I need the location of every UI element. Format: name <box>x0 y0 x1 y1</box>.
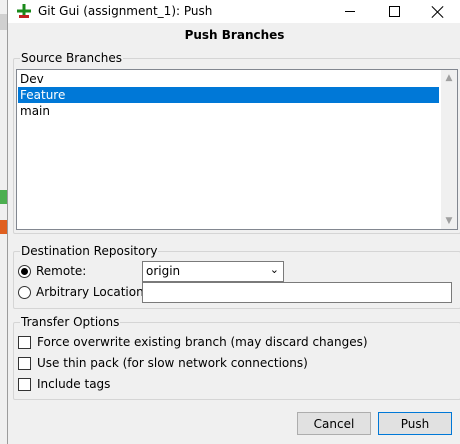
list-scrollbar[interactable]: ▲ ▼ <box>441 70 457 229</box>
transfer-options-group: Transfer Options Force overwrite existin… <box>13 315 460 400</box>
remote-select[interactable]: origin ⌄ <box>142 261 284 282</box>
minimize-button[interactable] <box>328 0 372 23</box>
list-item-feature[interactable]: Feature <box>18 87 439 103</box>
push-dialog: Git Gui (assignment_1): Push Push Branch… <box>7 0 460 444</box>
cancel-button[interactable]: Cancel <box>297 412 371 435</box>
list-item-main[interactable]: main <box>18 103 439 119</box>
push-button[interactable]: Push <box>378 412 452 435</box>
maximize-button[interactable] <box>372 0 416 23</box>
list-item-dev[interactable]: Dev <box>18 71 439 87</box>
thin-pack-option[interactable]: Use thin pack (for slow network connecti… <box>18 354 308 372</box>
force-overwrite-label: Force overwrite existing branch (may dis… <box>37 335 368 349</box>
scroll-up-icon[interactable]: ▲ <box>441 70 457 86</box>
source-branches-list[interactable]: Dev Feature main ▲ ▼ <box>16 69 458 230</box>
remote-radio-row[interactable]: Remote: <box>18 262 86 280</box>
arbitrary-location-field[interactable] <box>142 282 452 303</box>
window-title: Git Gui (assignment_1): Push <box>38 4 213 18</box>
maximize-icon <box>388 6 400 17</box>
destination-repository-label: Destination Repository <box>20 244 159 258</box>
close-button[interactable] <box>416 0 460 23</box>
include-tags-label: Include tags <box>37 377 111 391</box>
minimize-icon <box>345 11 355 12</box>
destination-repository-group: Destination Repository Remote: origin ⌄ … <box>13 244 460 309</box>
force-overwrite-checkbox[interactable] <box>18 335 31 349</box>
dialog-heading: Push Branches <box>184 28 285 42</box>
force-overwrite-option[interactable]: Force overwrite existing branch (may dis… <box>18 333 368 351</box>
scroll-down-icon[interactable]: ▼ <box>441 213 457 229</box>
title-bar[interactable]: Git Gui (assignment_1): Push <box>8 0 460 23</box>
remote-radio[interactable] <box>18 264 31 278</box>
thin-pack-label: Use thin pack (for slow network connecti… <box>37 356 308 370</box>
thin-pack-checkbox[interactable] <box>18 356 31 370</box>
include-tags-checkbox[interactable] <box>18 377 31 391</box>
source-branches-group: Source Branches Dev Feature main ▲ ▼ <box>13 51 460 234</box>
remote-label: Remote: <box>36 264 87 278</box>
arbitrary-location-label: Arbitrary Location: <box>36 285 148 299</box>
git-gui-icon <box>17 4 31 18</box>
arbitrary-radio-row[interactable]: Arbitrary Location: <box>18 283 148 301</box>
arbitrary-location-radio[interactable] <box>18 285 31 299</box>
transfer-options-label: Transfer Options <box>20 315 121 329</box>
chevron-down-icon[interactable]: ⌄ <box>270 263 279 276</box>
include-tags-option[interactable]: Include tags <box>18 375 110 393</box>
remote-select-value: origin <box>146 264 181 278</box>
source-branches-label: Source Branches <box>20 51 123 65</box>
close-icon <box>432 6 444 18</box>
